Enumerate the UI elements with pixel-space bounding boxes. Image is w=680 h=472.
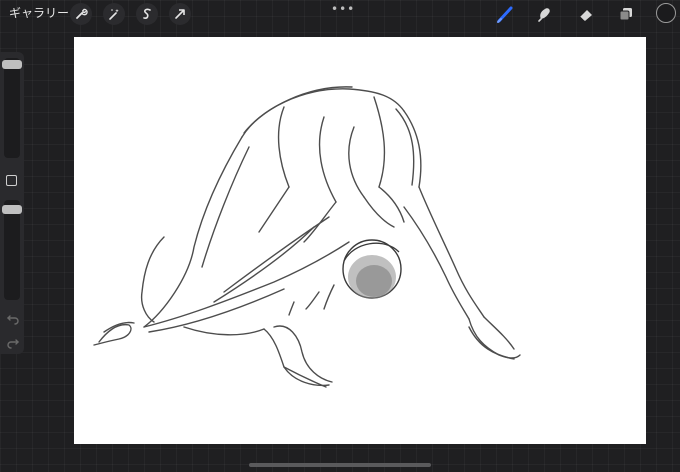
- layers-button[interactable]: [615, 3, 637, 25]
- smudge-tool-button[interactable]: [534, 3, 556, 25]
- transform-arrow-icon: [175, 9, 185, 19]
- layers-icon: [619, 8, 632, 21]
- selection-button[interactable]: [136, 3, 158, 25]
- top-toolbar: ギャラリー •••: [0, 0, 680, 28]
- undo-button[interactable]: [6, 310, 20, 325]
- drawing-canvas[interactable]: [74, 37, 646, 444]
- magic-wand-icon: [109, 9, 119, 20]
- more-options-button[interactable]: •••: [331, 2, 355, 16]
- actions-button[interactable]: [70, 3, 92, 25]
- opacity-slider[interactable]: [2, 200, 22, 300]
- modify-button[interactable]: [6, 175, 17, 186]
- left-sidebar: [0, 52, 24, 354]
- brush-tool-button[interactable]: [494, 3, 516, 25]
- selection-icon: [143, 8, 151, 19]
- redo-icon: [7, 339, 19, 349]
- opacity-thumb[interactable]: [2, 205, 22, 214]
- brush-size-thumb[interactable]: [2, 60, 22, 69]
- figure-sketch: [93, 86, 521, 388]
- redo-button[interactable]: [6, 334, 20, 349]
- brush-icon: [497, 6, 513, 23]
- transform-button[interactable]: [169, 3, 191, 25]
- home-indicator: [249, 463, 431, 467]
- adjustments-button[interactable]: [103, 3, 125, 25]
- sketch-head: [342, 239, 402, 299]
- wrench-icon: [76, 8, 88, 19]
- eraser-tool-button[interactable]: [575, 3, 597, 25]
- undo-icon: [7, 315, 19, 325]
- gallery-button[interactable]: ギャラリー: [9, 5, 69, 21]
- color-picker-button[interactable]: [656, 3, 676, 23]
- brush-size-slider[interactable]: [2, 58, 22, 158]
- smudge-icon: [538, 8, 550, 22]
- eraser-icon: [579, 10, 592, 21]
